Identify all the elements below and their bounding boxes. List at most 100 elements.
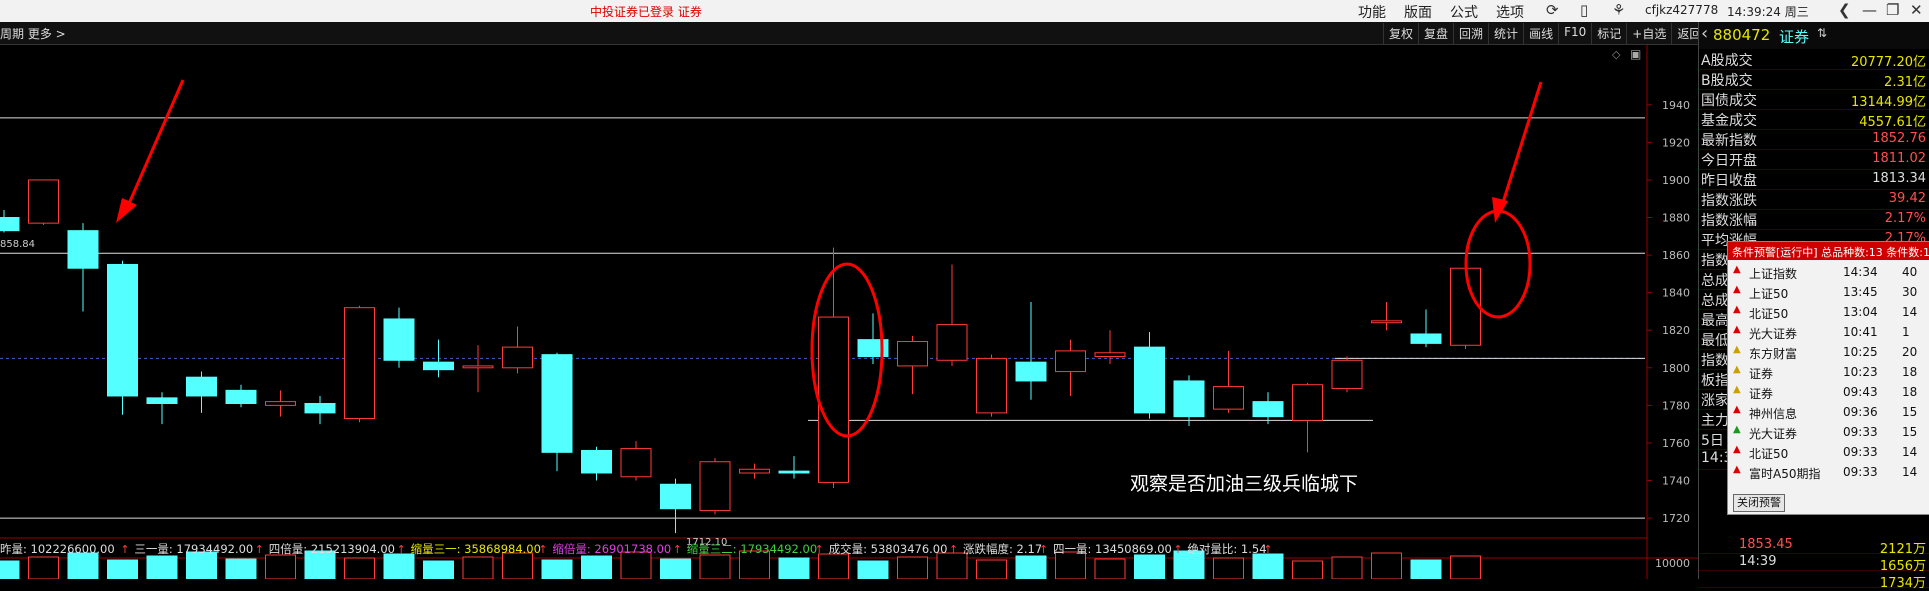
alert-item[interactable]: ▲ 北证50 13:04 14	[1728, 302, 1929, 322]
volume-bar	[857, 560, 889, 579]
index-stat-row: 指数涨跌 39.42	[1699, 189, 1929, 210]
index-stat-label: 最低	[1701, 333, 1729, 349]
volume-bar	[1094, 558, 1126, 579]
volume-bar	[581, 555, 612, 579]
alert-item-name: 北证50	[1749, 307, 1789, 321]
menu-function[interactable]: 功能	[1358, 2, 1386, 22]
toolbar-button-2[interactable]: 回溯	[1453, 23, 1488, 44]
menu-options[interactable]: 选项	[1496, 2, 1524, 22]
volume-bar	[1252, 553, 1284, 579]
candle-body	[739, 468, 770, 474]
index-stat-value: 4557.61亿	[1859, 115, 1926, 130]
stats-item: 涨跌幅度: 2.17	[963, 542, 1042, 556]
close-icon[interactable]: ✕	[1910, 1, 1923, 19]
candle-body	[1094, 352, 1126, 358]
stats-item: 四一量: 13450869.00	[1053, 542, 1172, 556]
sort-icon[interactable]: ⇅	[1817, 26, 1827, 40]
candle-body	[581, 449, 612, 474]
candle-body	[344, 307, 375, 420]
volume-bar	[936, 552, 968, 579]
arrow-head	[1492, 197, 1508, 223]
index-stat-value: 1811.02	[1872, 151, 1926, 166]
price-tick-label: 1940	[1662, 99, 1690, 112]
price-tick-label: 1880	[1662, 212, 1690, 225]
candle-body	[225, 389, 257, 404]
candle-body	[462, 365, 494, 369]
shirt-icon[interactable]: ⚘	[1612, 1, 1625, 19]
index-stat-value: 2.17%	[1884, 211, 1926, 226]
phone-icon[interactable]: ▯	[1580, 1, 1588, 19]
volume-bar	[1371, 552, 1402, 579]
menu-layout[interactable]: 版面	[1404, 2, 1432, 22]
period-selector[interactable]: 周期 更多 >	[0, 25, 66, 42]
alert-item[interactable]: ▲ 光大证券 10:41 1	[1728, 322, 1929, 342]
tick-volume: 1734万	[1879, 576, 1926, 591]
price-tick-label: 1740	[1662, 475, 1690, 488]
alert-item[interactable]: ▲ 光大证券 09:33 15	[1728, 422, 1929, 442]
candle-body	[818, 316, 849, 483]
candle-body	[936, 324, 968, 361]
toolbar-button-3[interactable]: 统计	[1488, 23, 1523, 44]
volume-bar	[186, 551, 217, 579]
toolbar-button-0[interactable]: 复权	[1383, 23, 1418, 44]
back-arrow-icon[interactable]: ‹	[1701, 23, 1708, 44]
alert-item[interactable]: ▲ 北证50 09:33 14	[1728, 442, 1929, 462]
toolbar-button-1[interactable]: 复盘	[1418, 23, 1453, 44]
toolbar-button-4[interactable]: 画线	[1523, 23, 1558, 44]
toolbar-button-5[interactable]: F10	[1558, 23, 1591, 44]
volume-bar	[778, 557, 810, 579]
close-alert-button[interactable]: 关闭预警	[1733, 494, 1785, 512]
alert-item-time: 14:34	[1843, 265, 1878, 279]
stats-item: 昨量: 102226600.00	[0, 542, 115, 556]
volume-bar	[1213, 557, 1244, 579]
alert-bell-icon: ▲	[1733, 464, 1741, 475]
refresh-icon[interactable]: ⟳	[1546, 1, 1559, 19]
candle-body	[699, 461, 731, 512]
alert-bell-icon: ▲	[1733, 324, 1741, 335]
alert-item[interactable]: ▲ 神州信息 09:36 15	[1728, 402, 1929, 422]
volume-bar	[502, 552, 533, 579]
candle-body	[1252, 401, 1284, 418]
alert-item-name: 证券	[1749, 387, 1774, 401]
tick-price: 14:39	[1739, 554, 1777, 569]
alert-item-count: 30	[1902, 285, 1918, 299]
alert-item[interactable]: ▲ 上证50 13:45 30	[1728, 282, 1929, 302]
restore-icon[interactable]: ❐	[1886, 1, 1899, 19]
up-arrow-icon: ↑	[815, 543, 824, 556]
index-stat-row: A股成交 20777.20亿	[1699, 49, 1929, 70]
stats-item: 缩倍量: 26901738.00	[552, 542, 671, 556]
alert-item[interactable]: ▲ 上证指数 14:34 40	[1728, 262, 1929, 282]
minimize-icon[interactable]: —	[1862, 1, 1877, 19]
up-arrow-icon: ↑	[1173, 543, 1182, 556]
toolbar-button-7[interactable]: +自选	[1626, 23, 1671, 44]
volume-bar	[0, 560, 20, 579]
alert-item[interactable]: ▲ 证券 10:23 18	[1728, 362, 1929, 382]
price-tick-label: 1800	[1662, 362, 1690, 375]
candle-body	[0, 217, 20, 232]
index-stat-value: 2.31亿	[1884, 75, 1926, 90]
alert-item-time: 10:25	[1843, 345, 1878, 359]
index-stat-label: 5日	[1701, 433, 1724, 449]
alert-item[interactable]: ▲ 富时A50期指 09:33 14	[1728, 462, 1929, 482]
back-icon[interactable]: ❮	[1838, 1, 1851, 19]
menu-formula[interactable]: 公式	[1450, 2, 1478, 22]
index-stat-row: 基金成交 4557.61亿	[1699, 109, 1929, 130]
index-stat-value: 39.42	[1888, 191, 1926, 206]
alert-item-count: 14	[1902, 445, 1918, 459]
alert-item[interactable]: ▲ 证券 09:43 18	[1728, 382, 1929, 402]
candle-body	[1331, 359, 1363, 389]
index-stat-label: 指数	[1701, 253, 1729, 269]
index-stat-label: 涨家	[1701, 393, 1729, 409]
candle-body	[265, 401, 296, 406]
volume-bar	[976, 559, 1007, 579]
toolbar-button-6[interactable]: 标记	[1591, 23, 1626, 44]
volume-bar	[462, 556, 494, 579]
volume-bar	[1134, 554, 1165, 579]
login-notice: 中投证券已登录 证券	[590, 5, 702, 19]
alert-item[interactable]: ▲ 东方财富 10:25 20	[1728, 342, 1929, 362]
index-stat-row: 今日开盘 1811.02	[1699, 149, 1929, 170]
index-stat-label: 基金成交	[1701, 113, 1757, 129]
alert-item-count: 1	[1902, 325, 1910, 339]
kline-chart[interactable]: 1940 1920 1900 1880 1860 1840 1820 1800 1780 1760…	[0, 45, 1698, 579]
alert-item-time: 09:43	[1843, 385, 1878, 399]
